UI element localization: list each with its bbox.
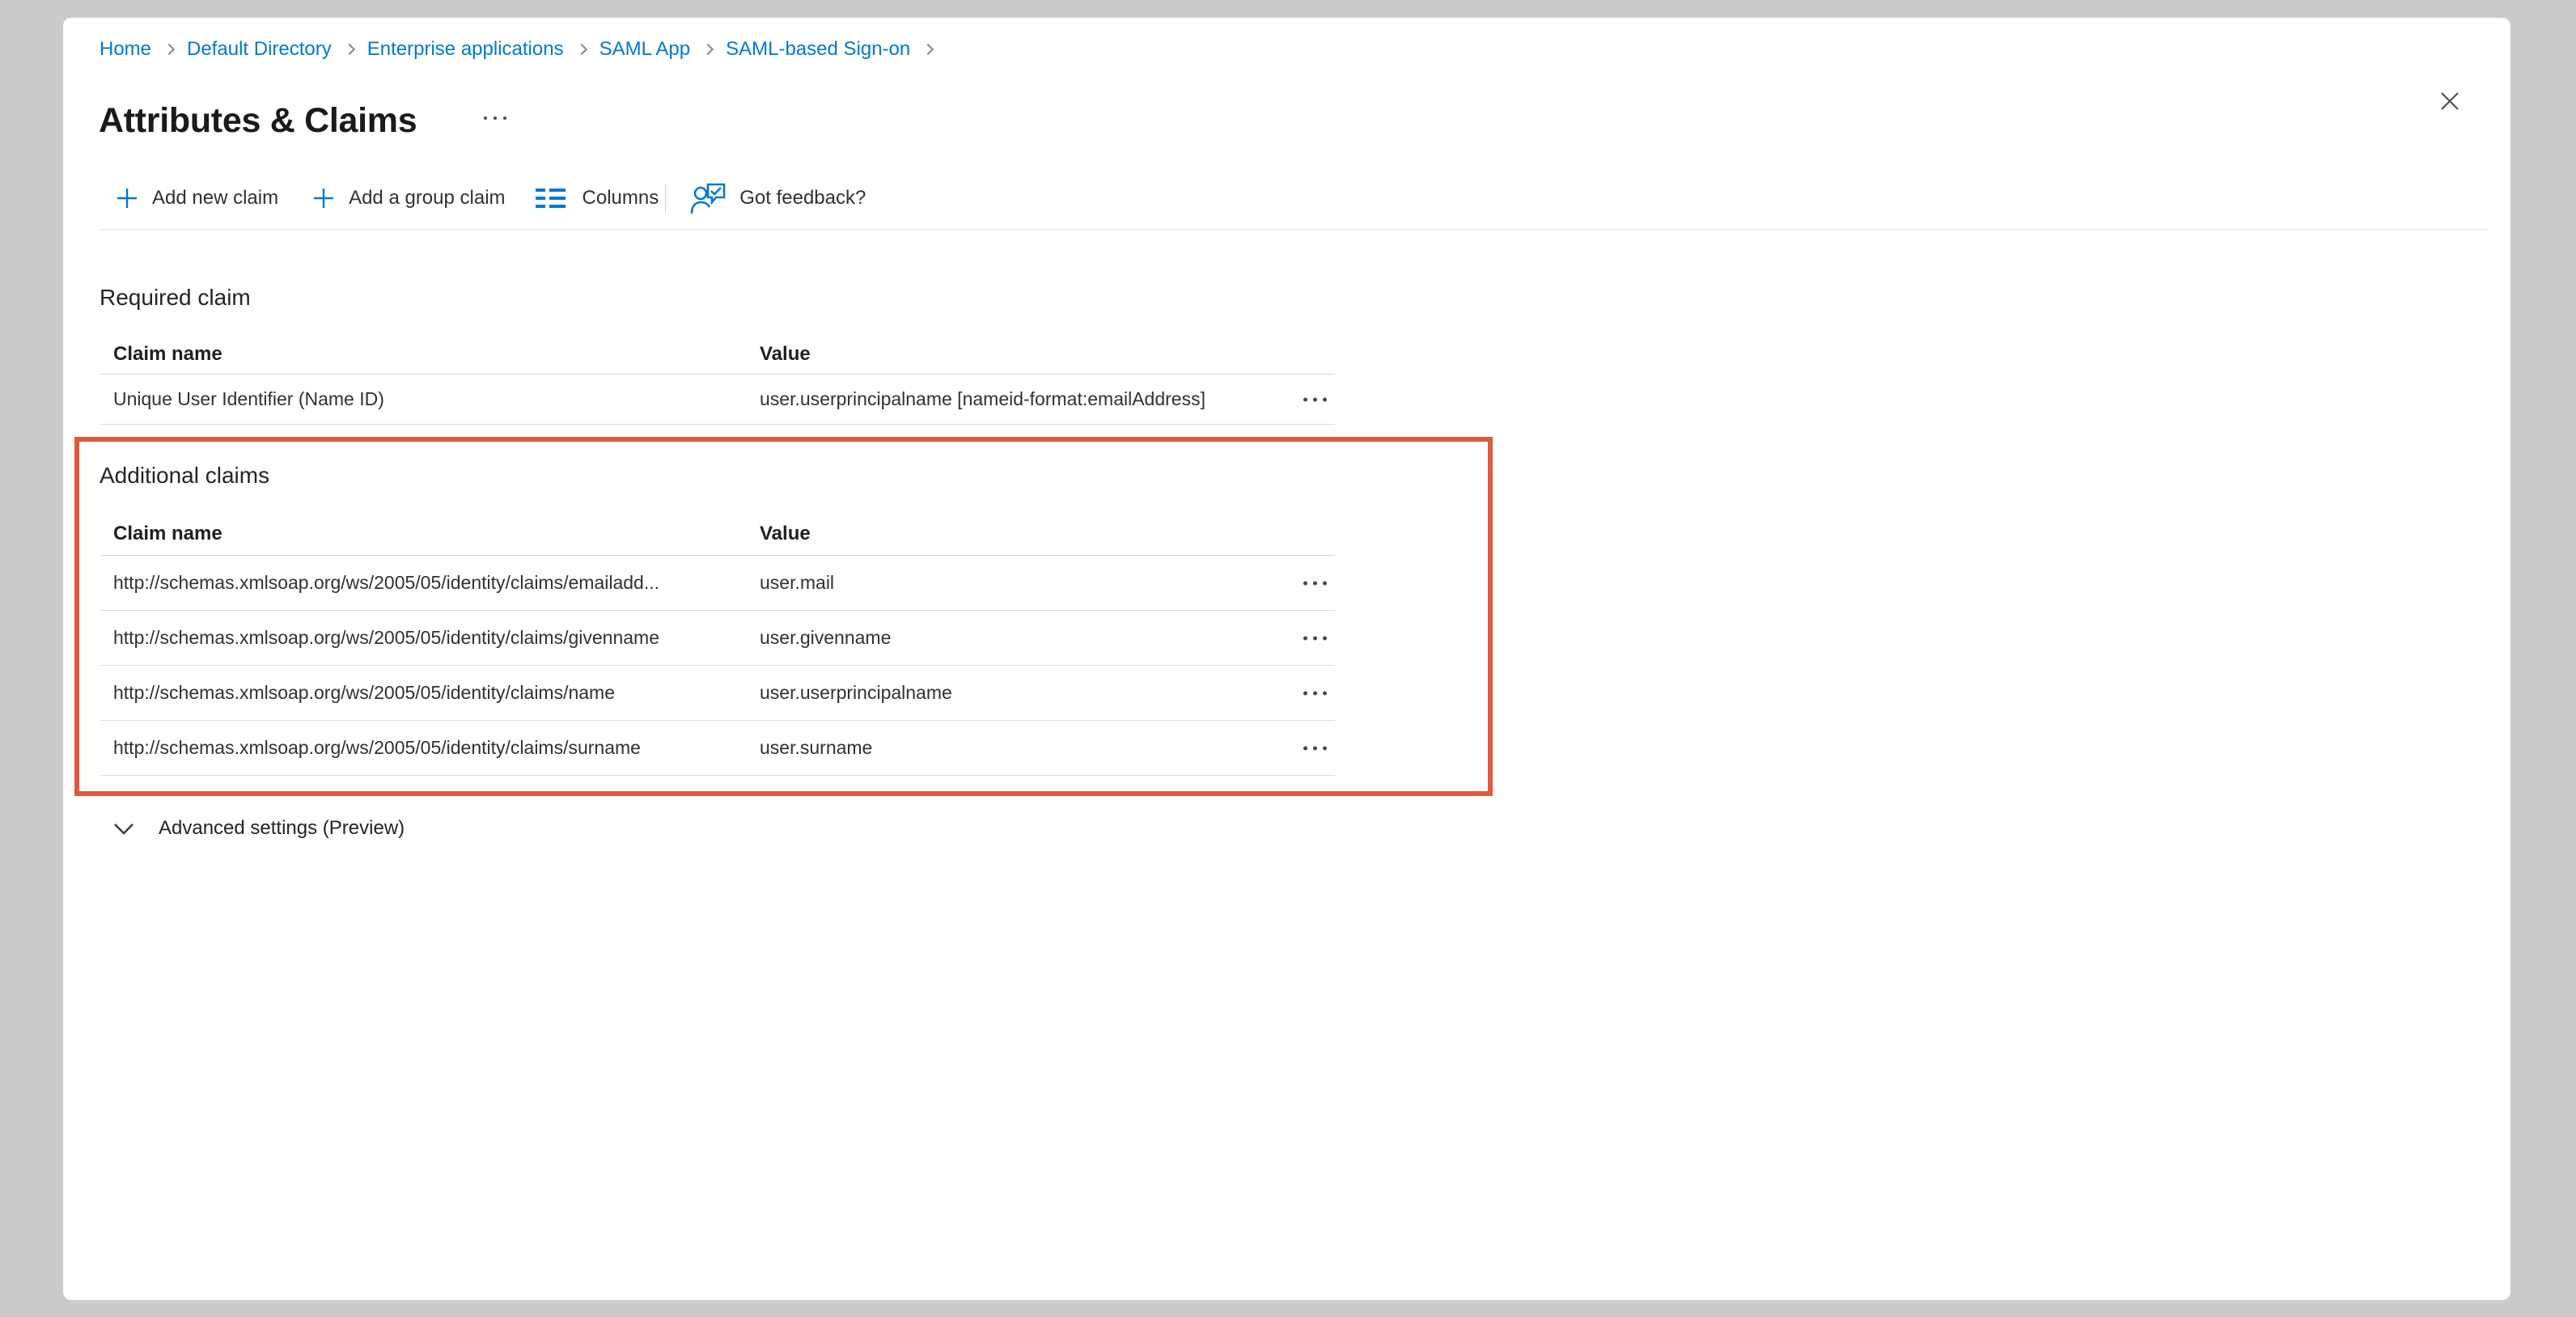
plus-icon	[312, 187, 335, 210]
azure-portal-page: { "colors": { "background": "#cbcbcb", "…	[0, 0, 2576, 1317]
ellipsis-icon[interactable]	[479, 112, 511, 125]
add-new-claim-label: Add new claim	[152, 187, 278, 210]
table-row[interactable]: Unique User Identifier (Name ID) user.us…	[100, 375, 1335, 425]
table-header-row: Claim name Value	[100, 335, 1335, 375]
chevron-right-icon	[922, 44, 934, 55]
chevron-right-icon	[702, 44, 714, 55]
breadcrumb-link-saml-based-sign-on[interactable]: SAML-based Sign-on	[726, 37, 910, 61]
plus-icon	[116, 187, 138, 210]
close-button[interactable]	[2430, 81, 2470, 121]
chevron-right-icon	[576, 44, 587, 55]
row-context-menu-button[interactable]	[1297, 626, 1333, 650]
toolbar-separator	[100, 229, 2488, 230]
column-header-value: Value	[760, 523, 1335, 545]
chevron-right-icon	[163, 44, 175, 55]
claim-value-cell: user.givenname	[760, 627, 1335, 649]
row-context-menu-button[interactable]	[1297, 736, 1333, 760]
table-row[interactable]: http://schemas.xmlsoap.org/ws/2005/05/id…	[100, 666, 1335, 721]
additional-claims-table: Claim name Value http://schemas.xmlsoap.…	[100, 513, 1335, 776]
additional-claims-heading: Additional claims	[100, 463, 269, 489]
breadcrumb-link-default-directory[interactable]: Default Directory	[187, 37, 332, 61]
breadcrumb-link-saml-app[interactable]: SAML App	[600, 37, 691, 61]
table-row[interactable]: http://schemas.xmlsoap.org/ws/2005/05/id…	[100, 556, 1335, 611]
claim-value-cell: user.userprincipalname	[760, 682, 1335, 704]
attributes-claims-panel: Home Default Directory Enterprise applic…	[63, 18, 2510, 1300]
chevron-right-icon	[344, 44, 355, 55]
columns-icon	[535, 185, 569, 211]
add-group-claim-label: Add a group claim	[349, 187, 505, 210]
toolbar-divider	[665, 184, 666, 213]
table-row[interactable]: http://schemas.xmlsoap.org/ws/2005/05/id…	[100, 611, 1335, 666]
command-bar: Add new claim Add a group claim Columns	[116, 180, 866, 217]
claim-value-cell: user.surname	[760, 737, 1335, 759]
row-context-menu-button[interactable]	[1297, 681, 1333, 705]
breadcrumb-link-enterprise-applications[interactable]: Enterprise applications	[367, 37, 564, 61]
claim-value-cell: user.mail	[760, 572, 1335, 594]
got-feedback-label: Got feedback?	[739, 187, 866, 210]
close-icon	[2438, 89, 2462, 113]
person-feedback-icon	[690, 181, 726, 215]
required-claim-heading: Required claim	[100, 285, 251, 311]
claim-value-cell: user.userprincipalname [nameid-format:em…	[760, 388, 1335, 410]
column-header-claim-name: Claim name	[100, 343, 760, 366]
claim-name-cell: http://schemas.xmlsoap.org/ws/2005/05/id…	[100, 737, 760, 759]
columns-label: Columns	[583, 187, 659, 210]
claim-name-cell: http://schemas.xmlsoap.org/ws/2005/05/id…	[100, 572, 760, 594]
add-new-claim-button[interactable]: Add new claim	[116, 187, 278, 210]
row-context-menu-button[interactable]	[1297, 571, 1333, 595]
chevron-down-icon	[113, 823, 134, 835]
advanced-settings-label: Advanced settings (Preview)	[159, 817, 405, 840]
claim-name-cell: http://schemas.xmlsoap.org/ws/2005/05/id…	[100, 682, 760, 704]
claim-name-cell: Unique User Identifier (Name ID)	[100, 388, 760, 410]
advanced-settings-expander[interactable]: Advanced settings (Preview)	[113, 817, 405, 840]
columns-button[interactable]: Columns	[535, 185, 659, 211]
breadcrumb: Home Default Directory Enterprise applic…	[100, 37, 946, 61]
claim-name-cell: http://schemas.xmlsoap.org/ws/2005/05/id…	[100, 627, 760, 649]
row-context-menu-button[interactable]	[1297, 387, 1333, 411]
got-feedback-button[interactable]: Got feedback?	[690, 181, 866, 215]
column-header-value: Value	[760, 343, 1335, 366]
column-header-claim-name: Claim name	[100, 523, 760, 545]
required-claim-table: Claim name Value Unique User Identifier …	[100, 335, 1335, 425]
page-title: Attributes & Claims	[99, 101, 417, 141]
table-header-row: Claim name Value	[100, 513, 1335, 556]
add-group-claim-button[interactable]: Add a group claim	[312, 187, 505, 210]
table-row[interactable]: http://schemas.xmlsoap.org/ws/2005/05/id…	[100, 721, 1335, 776]
breadcrumb-link-home[interactable]: Home	[100, 37, 151, 61]
